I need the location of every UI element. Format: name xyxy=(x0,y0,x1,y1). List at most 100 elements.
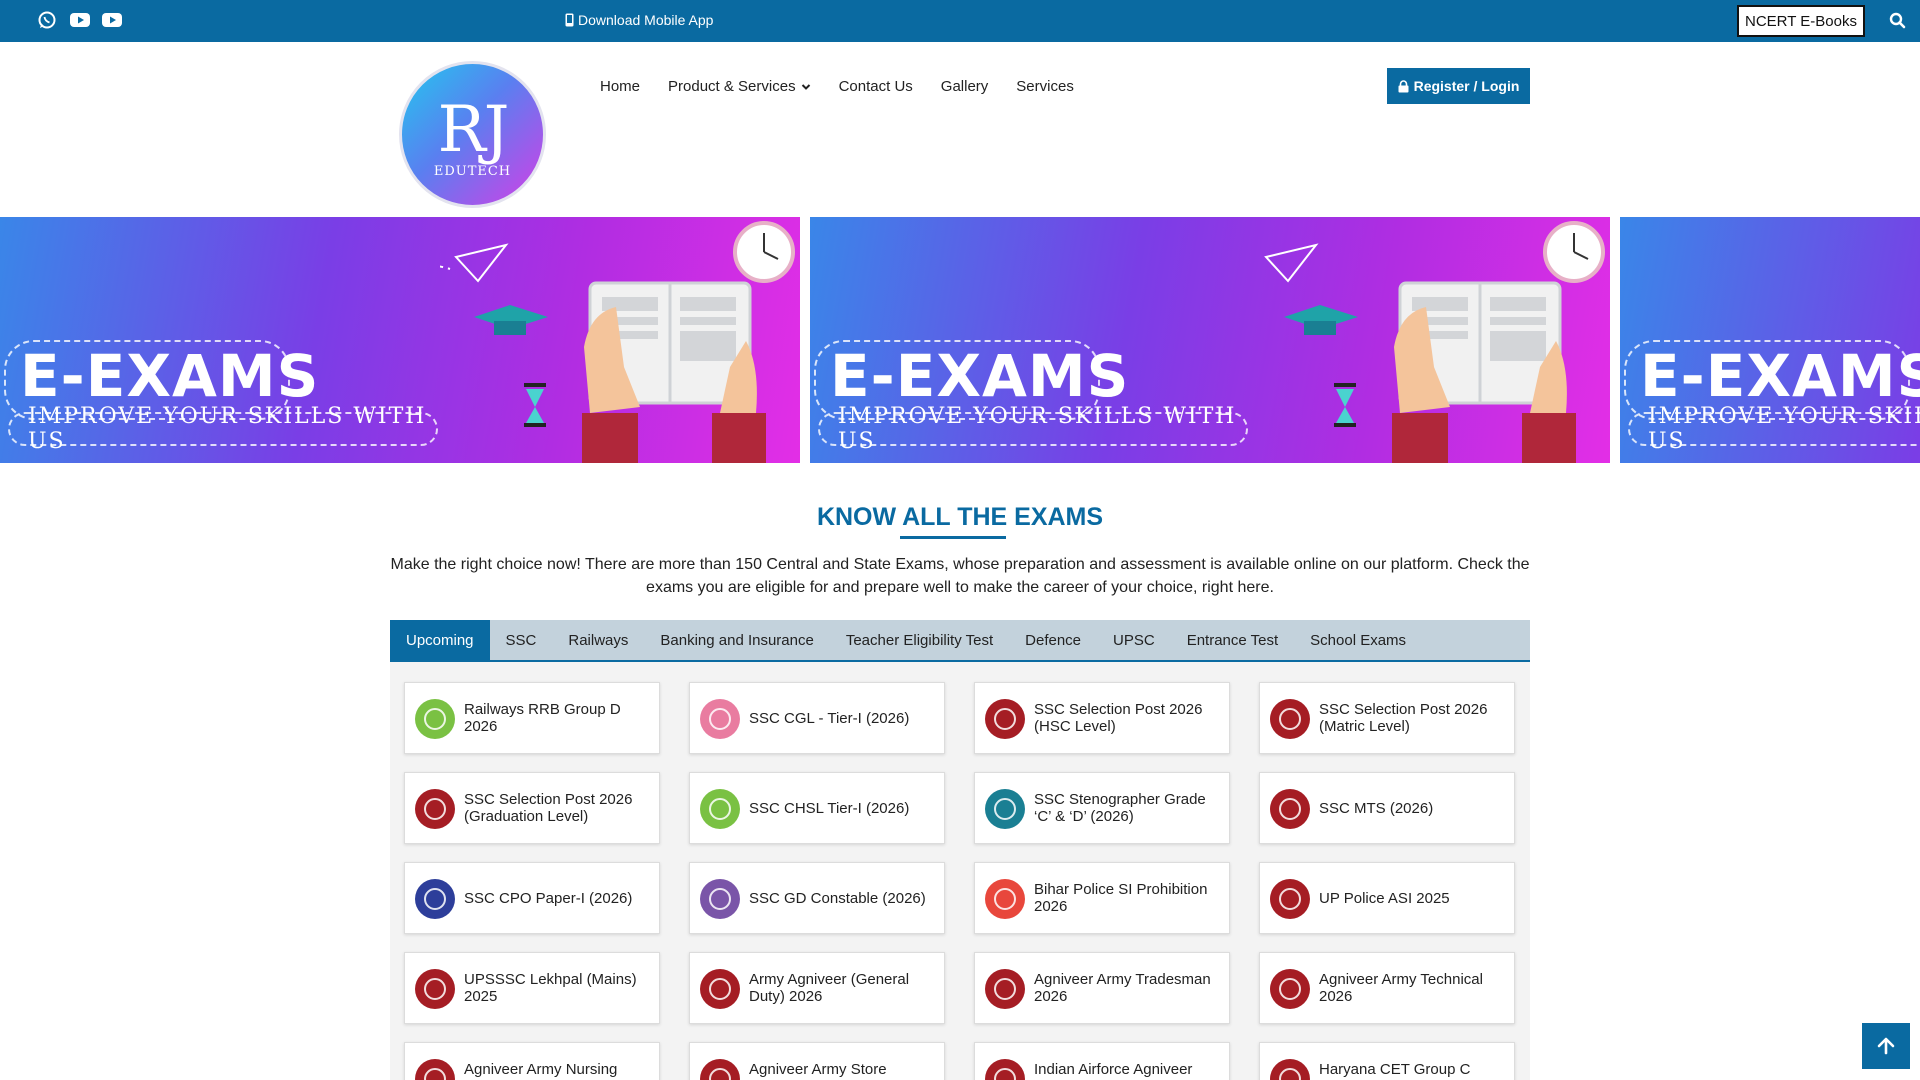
ncert-ebooks-button[interactable]: NCERT E-Books xyxy=(1737,5,1865,37)
exam-card[interactable]: UP Police ASI 2025 xyxy=(1259,862,1515,934)
exam-logo-icon xyxy=(700,1059,740,1080)
exam-card-label: SSC CGL - Tier-I (2026) xyxy=(749,709,910,727)
exam-card[interactable]: SSC MTS (2026) xyxy=(1259,772,1515,844)
search-icon[interactable] xyxy=(1888,11,1908,31)
register-login-label: Register / Login xyxy=(1413,78,1520,94)
nav-product-services[interactable]: Product & Services xyxy=(668,78,811,95)
tab-upsc[interactable]: UPSC xyxy=(1097,620,1171,660)
tab-banking-and-insurance[interactable]: Banking and Insurance xyxy=(644,620,829,660)
banner-illustration xyxy=(1264,221,1605,463)
exam-logo-icon xyxy=(415,1059,455,1080)
tab-entrance-test[interactable]: Entrance Test xyxy=(1171,620,1294,660)
exam-card[interactable]: Haryana CET Group C Post 2026 xyxy=(1259,1042,1515,1080)
exam-card-label: Agniveer Army Tradesman 2026 xyxy=(1034,971,1211,1005)
download-app-label: Download Mobile App xyxy=(578,12,714,28)
exam-logo-icon xyxy=(985,879,1025,919)
exam-card[interactable]: Agniveer Army Technical 2026 xyxy=(1259,952,1515,1024)
exam-logo-icon xyxy=(1270,699,1310,739)
banner-title: E-EXAMS xyxy=(20,342,320,410)
exam-card-label: Bihar Police SI Prohibition 2026 xyxy=(1034,881,1208,915)
exam-card-label: Indian Airforce Agniveer Vayu Intake 01/… xyxy=(1034,1061,1193,1080)
exam-logo-icon xyxy=(985,969,1025,1009)
section-title: KNOW ALL THE EXAMS xyxy=(816,503,1104,531)
exam-card-label: SSC Selection Post 2026 (Graduation Leve… xyxy=(464,791,633,825)
banner-illustration xyxy=(440,221,795,463)
exam-card-label: Haryana CET Group C Post 2026 xyxy=(1319,1061,1471,1080)
exam-card[interactable]: Army Agniveer (General Duty) 2026 xyxy=(689,952,945,1024)
exam-card[interactable]: Agniveer Army Tradesman 2026 xyxy=(974,952,1230,1024)
exam-card[interactable]: SSC GD Constable (2026) xyxy=(689,862,945,934)
exam-card[interactable]: Indian Airforce Agniveer Vayu Intake 01/… xyxy=(974,1042,1230,1080)
register-login-button[interactable]: Register / Login xyxy=(1387,68,1530,104)
exam-card-label: UP Police ASI 2025 xyxy=(1319,889,1450,907)
exam-logo-icon xyxy=(415,699,455,739)
exam-card[interactable]: SSC Stenographer Grade ‘C’ & ‘D’ (2026) xyxy=(974,772,1230,844)
tab-defence[interactable]: Defence xyxy=(1009,620,1097,660)
exam-logo-icon xyxy=(1270,879,1310,919)
chevron-down-icon xyxy=(801,83,810,90)
exam-card-label: Agniveer Army Store keeper 2026 xyxy=(749,1061,887,1080)
exam-logo-icon xyxy=(415,789,455,829)
exam-card[interactable]: UPSSSC Lekhpal (Mains) 2025 xyxy=(404,952,660,1024)
exam-card[interactable]: Bihar Police SI Prohibition 2026 xyxy=(974,862,1230,934)
tab-ssc[interactable]: SSC xyxy=(490,620,553,660)
banner-slide: E-EXAMS IMPROVE YOUR SKILLS WITH US xyxy=(1620,217,1920,463)
exam-logo-icon xyxy=(415,879,455,919)
youtube-icon[interactable] xyxy=(68,9,90,31)
exam-card[interactable]: SSC CPO Paper-I (2026) xyxy=(404,862,660,934)
arrow-up-icon xyxy=(1877,1037,1895,1055)
exam-card[interactable]: Agniveer Army Nursing Assistant 2026 xyxy=(404,1042,660,1080)
tab-teacher-eligibility-test[interactable]: Teacher Eligibility Test xyxy=(830,620,1009,660)
banner-subtitle: IMPROVE YOUR SKILLS WITH US xyxy=(8,404,438,454)
exam-logo-icon xyxy=(700,789,740,829)
banner-title: E-EXAMS xyxy=(830,342,1130,410)
whatsapp-icon[interactable] xyxy=(36,9,58,31)
tab-school-exams[interactable]: School Exams xyxy=(1294,620,1422,660)
site-logo[interactable]: RJ EDUTECH xyxy=(399,61,546,208)
exam-card-grid: Railways RRB Group D 2026 SSC CGL - Tier-… xyxy=(390,662,1530,1080)
tab-railways[interactable]: Railways xyxy=(552,620,644,660)
exam-card-label: Agniveer Army Technical 2026 xyxy=(1319,971,1483,1005)
exam-card[interactable]: SSC Selection Post 2026 (HSC Level) xyxy=(974,682,1230,754)
exam-logo-icon xyxy=(700,699,740,739)
exam-card[interactable]: Railways RRB Group D 2026 xyxy=(404,682,660,754)
nav-product-services-label: Product & Services xyxy=(668,78,796,95)
exam-card[interactable]: Agniveer Army Store keeper 2026 xyxy=(689,1042,945,1080)
banner-title: E-EXAMS xyxy=(1640,342,1920,410)
download-app-link[interactable]: Download Mobile App xyxy=(565,12,713,28)
exam-card-label: UPSSSC Lekhpal (Mains) 2025 xyxy=(464,971,637,1005)
exam-logo-icon xyxy=(985,1059,1025,1080)
exam-card-label: SSC Selection Post 2026 (Matric Level) xyxy=(1319,701,1488,735)
logo-main-text: RJ xyxy=(437,93,510,167)
scroll-to-top-button[interactable] xyxy=(1862,1023,1910,1069)
exam-card-label: Railways RRB Group D 2026 xyxy=(464,701,621,735)
nav-services[interactable]: Services xyxy=(1016,78,1074,95)
exam-logo-icon xyxy=(1270,789,1310,829)
exam-card-label: Army Agniveer (General Duty) 2026 xyxy=(749,971,910,1005)
logo-sub-text: EDUTECH xyxy=(433,164,512,179)
exam-logo-icon xyxy=(700,969,740,1009)
exam-logo-icon xyxy=(1270,969,1310,1009)
youtube-icon[interactable] xyxy=(100,9,122,31)
exam-card-label: SSC CPO Paper-I (2026) xyxy=(464,889,633,907)
lock-icon xyxy=(1398,79,1409,92)
section-description: Make the right choice now! There are mor… xyxy=(390,556,1530,596)
exam-card-label: SSC Selection Post 2026 (HSC Level) xyxy=(1034,701,1203,735)
nav-home[interactable]: Home xyxy=(600,78,640,95)
hero-banner[interactable]: E-EXAMS IMPROVE YOUR SKILLS WITH US E-EX… xyxy=(0,217,1920,463)
top-bar: Download Mobile App NCERT E-Books xyxy=(0,0,1920,42)
exam-category-tabs: Upcoming SSC Railways Banking and Insurance… xyxy=(390,620,1530,662)
social-links xyxy=(36,9,122,31)
exam-card-label: SSC Stenographer Grade ‘C’ & ‘D’ (2026) xyxy=(1034,791,1206,825)
nav-gallery[interactable]: Gallery xyxy=(941,78,989,95)
exam-card[interactable]: SSC CGL - Tier-I (2026) xyxy=(689,682,945,754)
banner-slide: E-EXAMS IMPROVE YOUR SKILLS WITH US xyxy=(810,217,1610,463)
exam-card[interactable]: SSC Selection Post 2026 (Matric Level) xyxy=(1259,682,1515,754)
nav-contact-us[interactable]: Contact Us xyxy=(839,78,913,95)
exam-card-label: SSC CHSL Tier-I (2026) xyxy=(749,799,910,817)
exam-card[interactable]: SSC CHSL Tier-I (2026) xyxy=(689,772,945,844)
tab-upcoming[interactable]: Upcoming xyxy=(390,620,490,660)
banner-slide: E-EXAMS IMPROVE YOUR SKILLS WITH US xyxy=(0,217,800,463)
main-nav: Home Product & Services Contact Us Galle… xyxy=(600,78,1074,95)
exam-card[interactable]: SSC Selection Post 2026 (Graduation Leve… xyxy=(404,772,660,844)
